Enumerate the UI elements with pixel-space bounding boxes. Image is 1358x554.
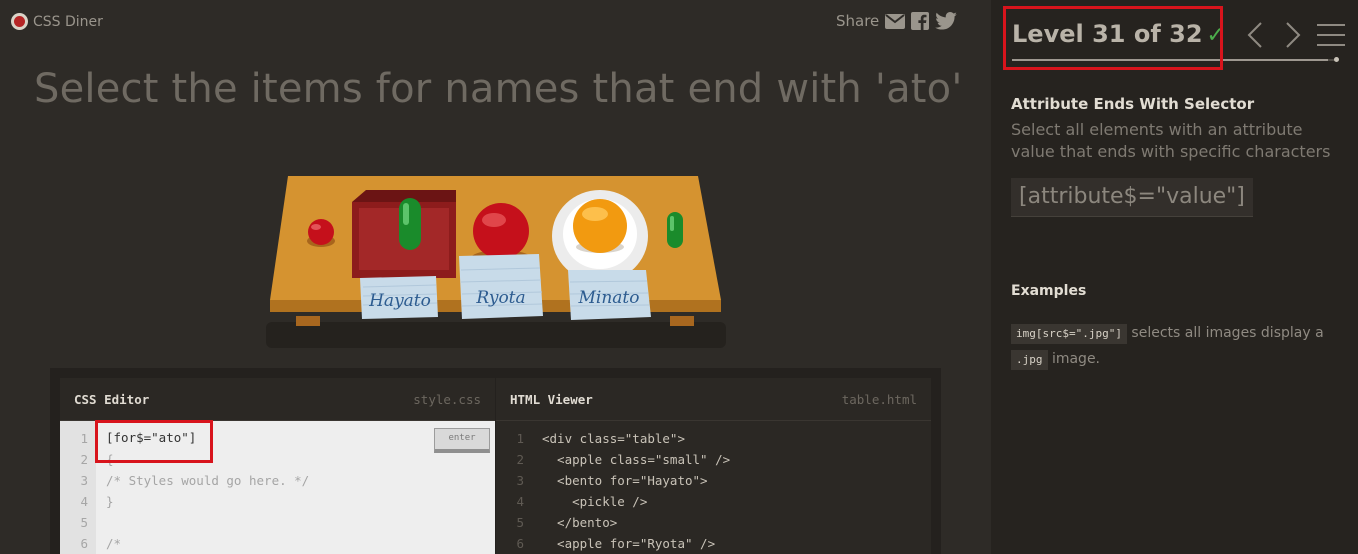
css-line-6: 6 /*: [60, 533, 480, 554]
bento-hayato[interactable]: [352, 190, 456, 278]
line-number: 4: [80, 494, 88, 509]
next-level-icon[interactable]: [1285, 22, 1301, 48]
examples-title: Examples: [1011, 283, 1087, 299]
css-line-4: 4 }: [60, 491, 480, 512]
line-number: 4: [516, 494, 524, 509]
css-editor-title: CSS Editor: [74, 391, 150, 407]
plate-minato[interactable]: [552, 190, 648, 282]
css-editor-header: CSS Editor style.css: [60, 378, 495, 421]
line-number: 1: [80, 431, 88, 446]
orange-on-plate[interactable]: [573, 199, 627, 253]
enter-button[interactable]: enter: [434, 428, 490, 453]
html-line-text: <div class="table">: [542, 431, 685, 446]
css-line-text: /*: [106, 536, 122, 551]
share-label: Share: [836, 12, 880, 30]
line-number: 6: [80, 536, 88, 551]
html-line-1[interactable]: 1 <div class="table">: [496, 428, 926, 449]
html-line-5[interactable]: 5 </bento>: [496, 512, 926, 533]
line-number: 1: [516, 431, 524, 446]
name-card-ryota: [459, 254, 543, 319]
example-code: img[src$=".jpg"]: [1011, 324, 1127, 344]
selector-description: Select all elements with an attribute va…: [1011, 120, 1331, 161]
input-highlight-box: [95, 420, 213, 463]
level-progress-marker: [1334, 57, 1339, 62]
level-menu-icon[interactable]: [1317, 23, 1345, 47]
name-card-ryota-label: Ryota: [475, 288, 525, 308]
html-viewer-filename: table.html: [841, 391, 917, 407]
css-line-text: }: [106, 494, 114, 509]
email-icon[interactable]: [885, 13, 906, 29]
css-editor-filename: style.css: [413, 391, 481, 407]
name-card-minato-label: Minato: [578, 288, 640, 308]
dining-table: Hayato Ryota Minato: [260, 170, 735, 350]
brand[interactable]: CSS Diner: [11, 13, 103, 30]
html-code-area: 1 <div class="table"> 2 <apple class="sm…: [496, 421, 931, 554]
line-number: 2: [516, 452, 524, 467]
css-line-5: 5: [60, 512, 480, 533]
line-number: 2: [80, 452, 88, 467]
small-pickle[interactable]: [667, 212, 683, 248]
pickle-in-bento[interactable]: [399, 198, 421, 250]
line-number: 6: [516, 536, 524, 551]
html-line-text: </bento>: [542, 515, 618, 530]
html-line-text: <bento for="Hayato">: [542, 473, 708, 488]
example-code: .jpg: [1011, 350, 1048, 370]
html-line-text: <apple for="Ryota" />: [542, 536, 716, 551]
sidebar: [991, 0, 1358, 554]
line-number: 3: [516, 473, 524, 488]
html-line-6[interactable]: 6 <apple for="Ryota" />: [496, 533, 926, 554]
app-title: CSS Diner: [33, 13, 103, 30]
html-line-3[interactable]: 3 <bento for="Hayato">: [496, 470, 926, 491]
example-text: selects all images display a: [1131, 325, 1324, 341]
css-editor-pane: CSS Editor style.css 1 2 { 3 /* Styles w…: [60, 378, 495, 554]
selector-syntax: [attribute$="value"]: [1011, 178, 1253, 217]
facebook-icon[interactable]: [911, 12, 930, 30]
line-number: 5: [516, 515, 524, 530]
html-viewer-title: HTML Viewer: [510, 391, 593, 407]
table-illustration: Hayato Ryota Minato: [270, 176, 721, 320]
selector-name: Attribute Ends With Selector: [1011, 95, 1255, 113]
html-line-2[interactable]: 2 <apple class="small" />: [496, 449, 926, 470]
html-viewer-header: HTML Viewer table.html: [496, 378, 931, 421]
line-number: 5: [80, 515, 88, 530]
css-line-3: 3 /* Styles would go here. */: [60, 470, 480, 491]
html-line-text: <apple class="small" />: [542, 452, 731, 467]
css-diner-logo-icon: [11, 13, 28, 30]
example-text: image.: [1051, 351, 1101, 367]
html-line-text: <pickle />: [542, 494, 648, 509]
example-item: img[src$=".jpg"] selects all images disp…: [1011, 320, 1341, 372]
level-highlight-box: [1003, 6, 1223, 70]
name-card-hayato-label: Hayato: [368, 291, 431, 311]
share-bar: Share: [836, 12, 958, 30]
twitter-icon[interactable]: [935, 12, 958, 30]
previous-level-icon[interactable]: [1247, 22, 1263, 48]
level-instruction: Select the items for names that end with…: [34, 66, 963, 112]
game-area: CSS Diner Share Select the items for nam…: [0, 0, 991, 554]
html-line-4[interactable]: 4 <pickle />: [496, 491, 926, 512]
css-line-text: /* Styles would go here. */: [106, 473, 310, 488]
html-viewer-pane: HTML Viewer table.html 1 <div class="tab…: [496, 378, 931, 554]
line-number: 3: [80, 473, 88, 488]
